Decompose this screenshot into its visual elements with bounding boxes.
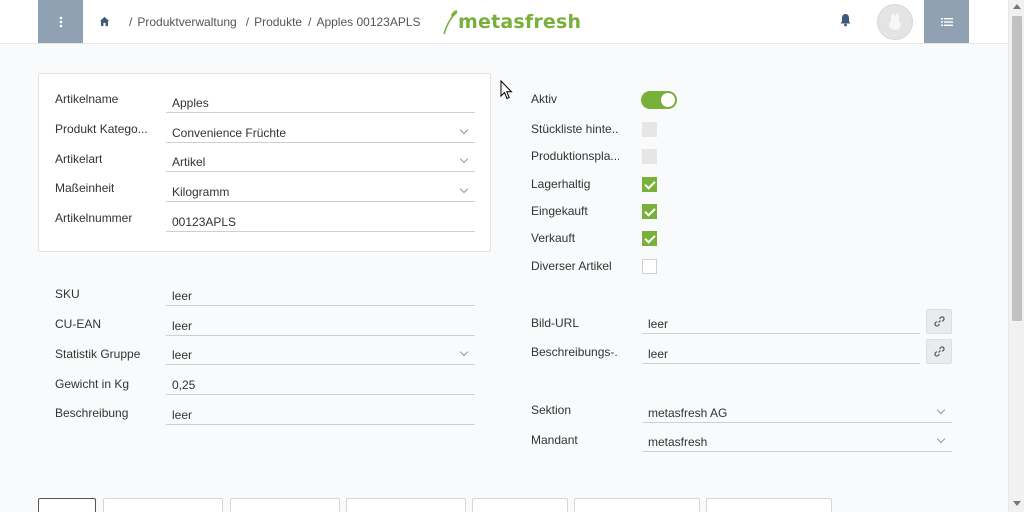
label-artikelnummer: Artikelnummer xyxy=(55,211,133,225)
verkauft-checkbox[interactable] xyxy=(642,231,657,246)
avatar-user-icon xyxy=(889,13,901,30)
artikelart-value: Artikel xyxy=(172,155,206,169)
label-eingekauft: Eingekauft xyxy=(531,204,588,218)
label-masseinheit: Maßeinheit xyxy=(55,181,115,195)
link-icon xyxy=(933,316,945,327)
label-beschreibungs-url: Beschreibungs-... xyxy=(531,345,619,359)
toggle-knob xyxy=(661,93,675,107)
tab-5[interactable] xyxy=(472,498,568,512)
chevron-down-icon xyxy=(936,405,946,415)
scroll-up-arrow-icon[interactable] xyxy=(1013,4,1021,9)
stueckliste-checkbox[interactable] xyxy=(642,122,657,137)
chevron-down-icon xyxy=(459,184,469,194)
mouse-cursor-icon xyxy=(500,80,513,100)
artikelname-field[interactable]: Apples xyxy=(166,91,475,113)
tab-6[interactable] xyxy=(574,498,700,512)
label-statistik-gruppe: Statistik Gruppe xyxy=(55,347,141,361)
chevron-down-icon xyxy=(459,125,469,135)
home-icon[interactable] xyxy=(99,16,110,27)
label-lagerhaltig: Lagerhaltig xyxy=(531,177,591,191)
tab-3[interactable] xyxy=(230,498,340,512)
statistik-gruppe-value: leer xyxy=(172,348,193,362)
label-cu-ean: CU-EAN xyxy=(55,317,102,331)
artikelart-select[interactable]: Artikel xyxy=(166,150,475,172)
metasfresh-logo: metasfresh xyxy=(442,7,581,37)
link-icon xyxy=(933,346,945,357)
label-sku: SKU xyxy=(55,287,80,301)
avatar[interactable] xyxy=(877,4,913,40)
main-menu-button[interactable] xyxy=(38,0,83,43)
bild-url-link-button[interactable] xyxy=(926,309,952,334)
scroll-down-arrow-icon[interactable] xyxy=(1013,501,1021,506)
label-artikelart: Artikelart xyxy=(55,152,103,166)
label-gewicht: Gewicht in Kg xyxy=(55,377,130,391)
label-produkt-kategorie: Produkt Katego... xyxy=(55,122,147,136)
breadcrumb: / Produktverwaltung / Produkte / Apples … xyxy=(120,15,421,29)
label-aktiv: Aktiv xyxy=(531,92,558,106)
breadcrumb-separator: / xyxy=(308,15,312,29)
bell-icon[interactable] xyxy=(839,13,852,27)
breadcrumb-separator: / xyxy=(245,15,250,29)
detail-tabs xyxy=(38,498,838,512)
breadcrumb-item-current[interactable]: Apples 00123APLS xyxy=(316,15,420,29)
label-mandant: Mandant xyxy=(531,433,578,447)
vertical-scrollbar[interactable] xyxy=(1008,0,1024,512)
product-main-card: Artikelname Apples Produkt Katego... Con… xyxy=(38,73,491,252)
mandant-value: metasfresh xyxy=(648,435,708,449)
side-panel-button[interactable] xyxy=(924,0,969,43)
list-icon xyxy=(940,17,953,26)
label-sektion: Sektion xyxy=(531,403,572,417)
label-bild-url: Bild-URL xyxy=(531,316,580,330)
breadcrumb-item-produktverwaltung[interactable]: Produktverwaltung xyxy=(137,15,236,29)
vertical-dots-icon xyxy=(59,16,62,27)
bild-url-field[interactable]: leer xyxy=(642,312,920,334)
aktiv-toggle[interactable] xyxy=(641,91,677,109)
scroll-thumb[interactable] xyxy=(1012,16,1022,321)
sektion-select[interactable]: metasfresh AG xyxy=(642,401,952,423)
label-artikelname: Artikelname xyxy=(55,92,119,106)
breadcrumb-separator: / xyxy=(129,15,133,29)
label-stueckliste: Stückliste hinte... xyxy=(531,122,619,136)
beschreibung-field[interactable]: leer xyxy=(166,403,475,425)
tab-4[interactable] xyxy=(346,498,466,512)
eingekauft-checkbox[interactable] xyxy=(642,204,657,219)
logo-text: metasfresh xyxy=(458,11,582,33)
artikelnummer-field[interactable]: 00123APLS xyxy=(166,210,475,232)
diverser-artikel-checkbox[interactable] xyxy=(642,259,657,274)
tab-7[interactable] xyxy=(706,498,832,512)
label-diverser-artikel: Diverser Artikel xyxy=(531,259,612,273)
logo-leaf-icon xyxy=(443,10,458,35)
label-produktionsplan: Produktionspla... xyxy=(531,149,619,163)
chevron-down-icon xyxy=(459,154,469,164)
lagerhaltig-checkbox[interactable] xyxy=(642,177,657,192)
breadcrumb-item-produkte[interactable]: Produkte xyxy=(254,15,302,29)
masseinheit-select[interactable]: Kilogramm xyxy=(166,180,475,202)
cu-ean-field[interactable]: leer xyxy=(166,314,475,336)
produkt-kategorie-value: Convenience Früchte xyxy=(172,126,287,140)
sku-field[interactable]: leer xyxy=(166,284,475,306)
mandant-select[interactable]: metasfresh xyxy=(642,430,952,452)
chevron-down-icon xyxy=(459,347,469,357)
tab-2[interactable] xyxy=(103,498,223,512)
sektion-value: metasfresh AG xyxy=(648,406,728,420)
gewicht-field[interactable]: 0,25 xyxy=(166,373,475,395)
chevron-down-icon xyxy=(936,434,946,444)
statistik-gruppe-select[interactable]: leer xyxy=(166,343,475,365)
label-beschreibung: Beschreibung xyxy=(55,406,129,420)
label-verkauft: Verkauft xyxy=(531,231,576,245)
app-header: / Produktverwaltung / Produkte / Apples … xyxy=(0,0,1008,44)
beschreibungs-url-field[interactable]: leer xyxy=(642,342,920,364)
produkt-kategorie-select[interactable]: Convenience Früchte xyxy=(166,121,475,143)
masseinheit-value: Kilogramm xyxy=(172,185,230,199)
produktionsplan-checkbox[interactable] xyxy=(642,149,657,164)
beschreibungs-url-link-button[interactable] xyxy=(926,339,952,364)
tab-1[interactable] xyxy=(38,498,96,512)
